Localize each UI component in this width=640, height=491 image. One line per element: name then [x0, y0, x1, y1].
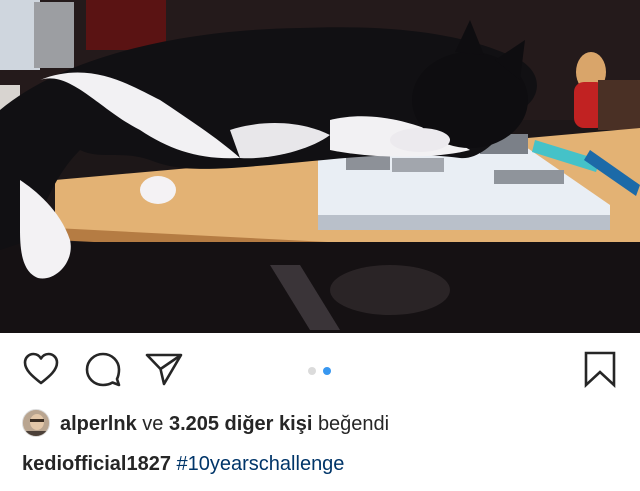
post-action-bar	[0, 340, 640, 402]
caption-username[interactable]: kediofficial1827	[22, 453, 171, 475]
cat-on-book-image	[0, 0, 640, 333]
post-caption: kediofficial1827 #10yearschallenge	[22, 452, 344, 476]
carousel-dot-1	[308, 367, 316, 375]
likes-connector: ve	[142, 413, 164, 435]
avatar-image	[23, 410, 49, 436]
likes-count[interactable]: 3.205 diğer kişi	[169, 413, 312, 435]
likes-suffix: beğendi	[317, 413, 390, 435]
liker-username[interactable]: alperlnk	[60, 413, 137, 435]
cropped-next-line	[22, 484, 282, 491]
post-photo[interactable]	[0, 0, 640, 333]
paper-plane-icon[interactable]	[144, 350, 184, 388]
comment-bubble-icon[interactable]	[84, 350, 122, 388]
likes-row: alperlnk ve 3.205 diğer kişi beğendi	[22, 408, 622, 438]
carousel-dot-2-active	[323, 367, 331, 375]
caption-hashtag[interactable]: #10yearschallenge	[177, 453, 345, 475]
liker-avatar[interactable]	[22, 409, 50, 437]
bookmark-outline-icon[interactable]	[582, 350, 618, 388]
likes-text: alperlnk ve 3.205 diğer kişi beğendi	[60, 412, 389, 436]
heart-outline-icon[interactable]	[22, 350, 60, 388]
